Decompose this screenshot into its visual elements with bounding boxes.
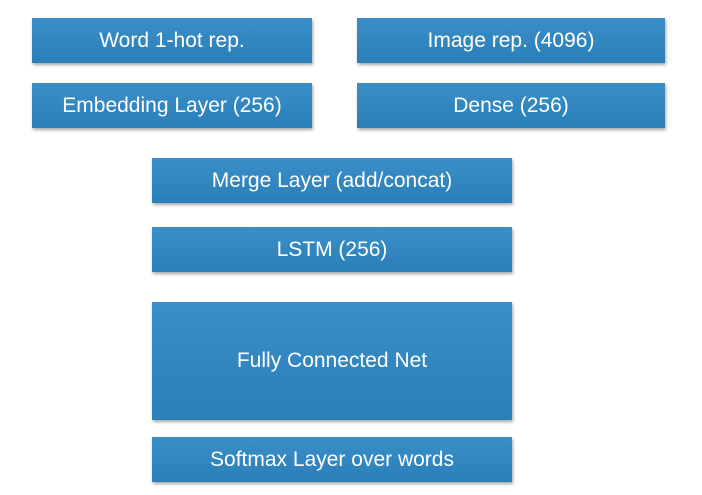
softmax-layer-block: Softmax Layer over words [152, 437, 512, 482]
embedding-layer-block: Embedding Layer (256) [32, 83, 312, 128]
dense-layer-block: Dense (256) [357, 83, 665, 128]
merge-layer-block: Merge Layer (add/concat) [152, 158, 512, 203]
word-one-hot-block: Word 1-hot rep. [32, 18, 312, 63]
lstm-layer-block: LSTM (256) [152, 227, 512, 272]
fully-connected-net-block: Fully Connected Net [152, 302, 512, 420]
image-representation-block: Image rep. (4096) [357, 18, 665, 63]
